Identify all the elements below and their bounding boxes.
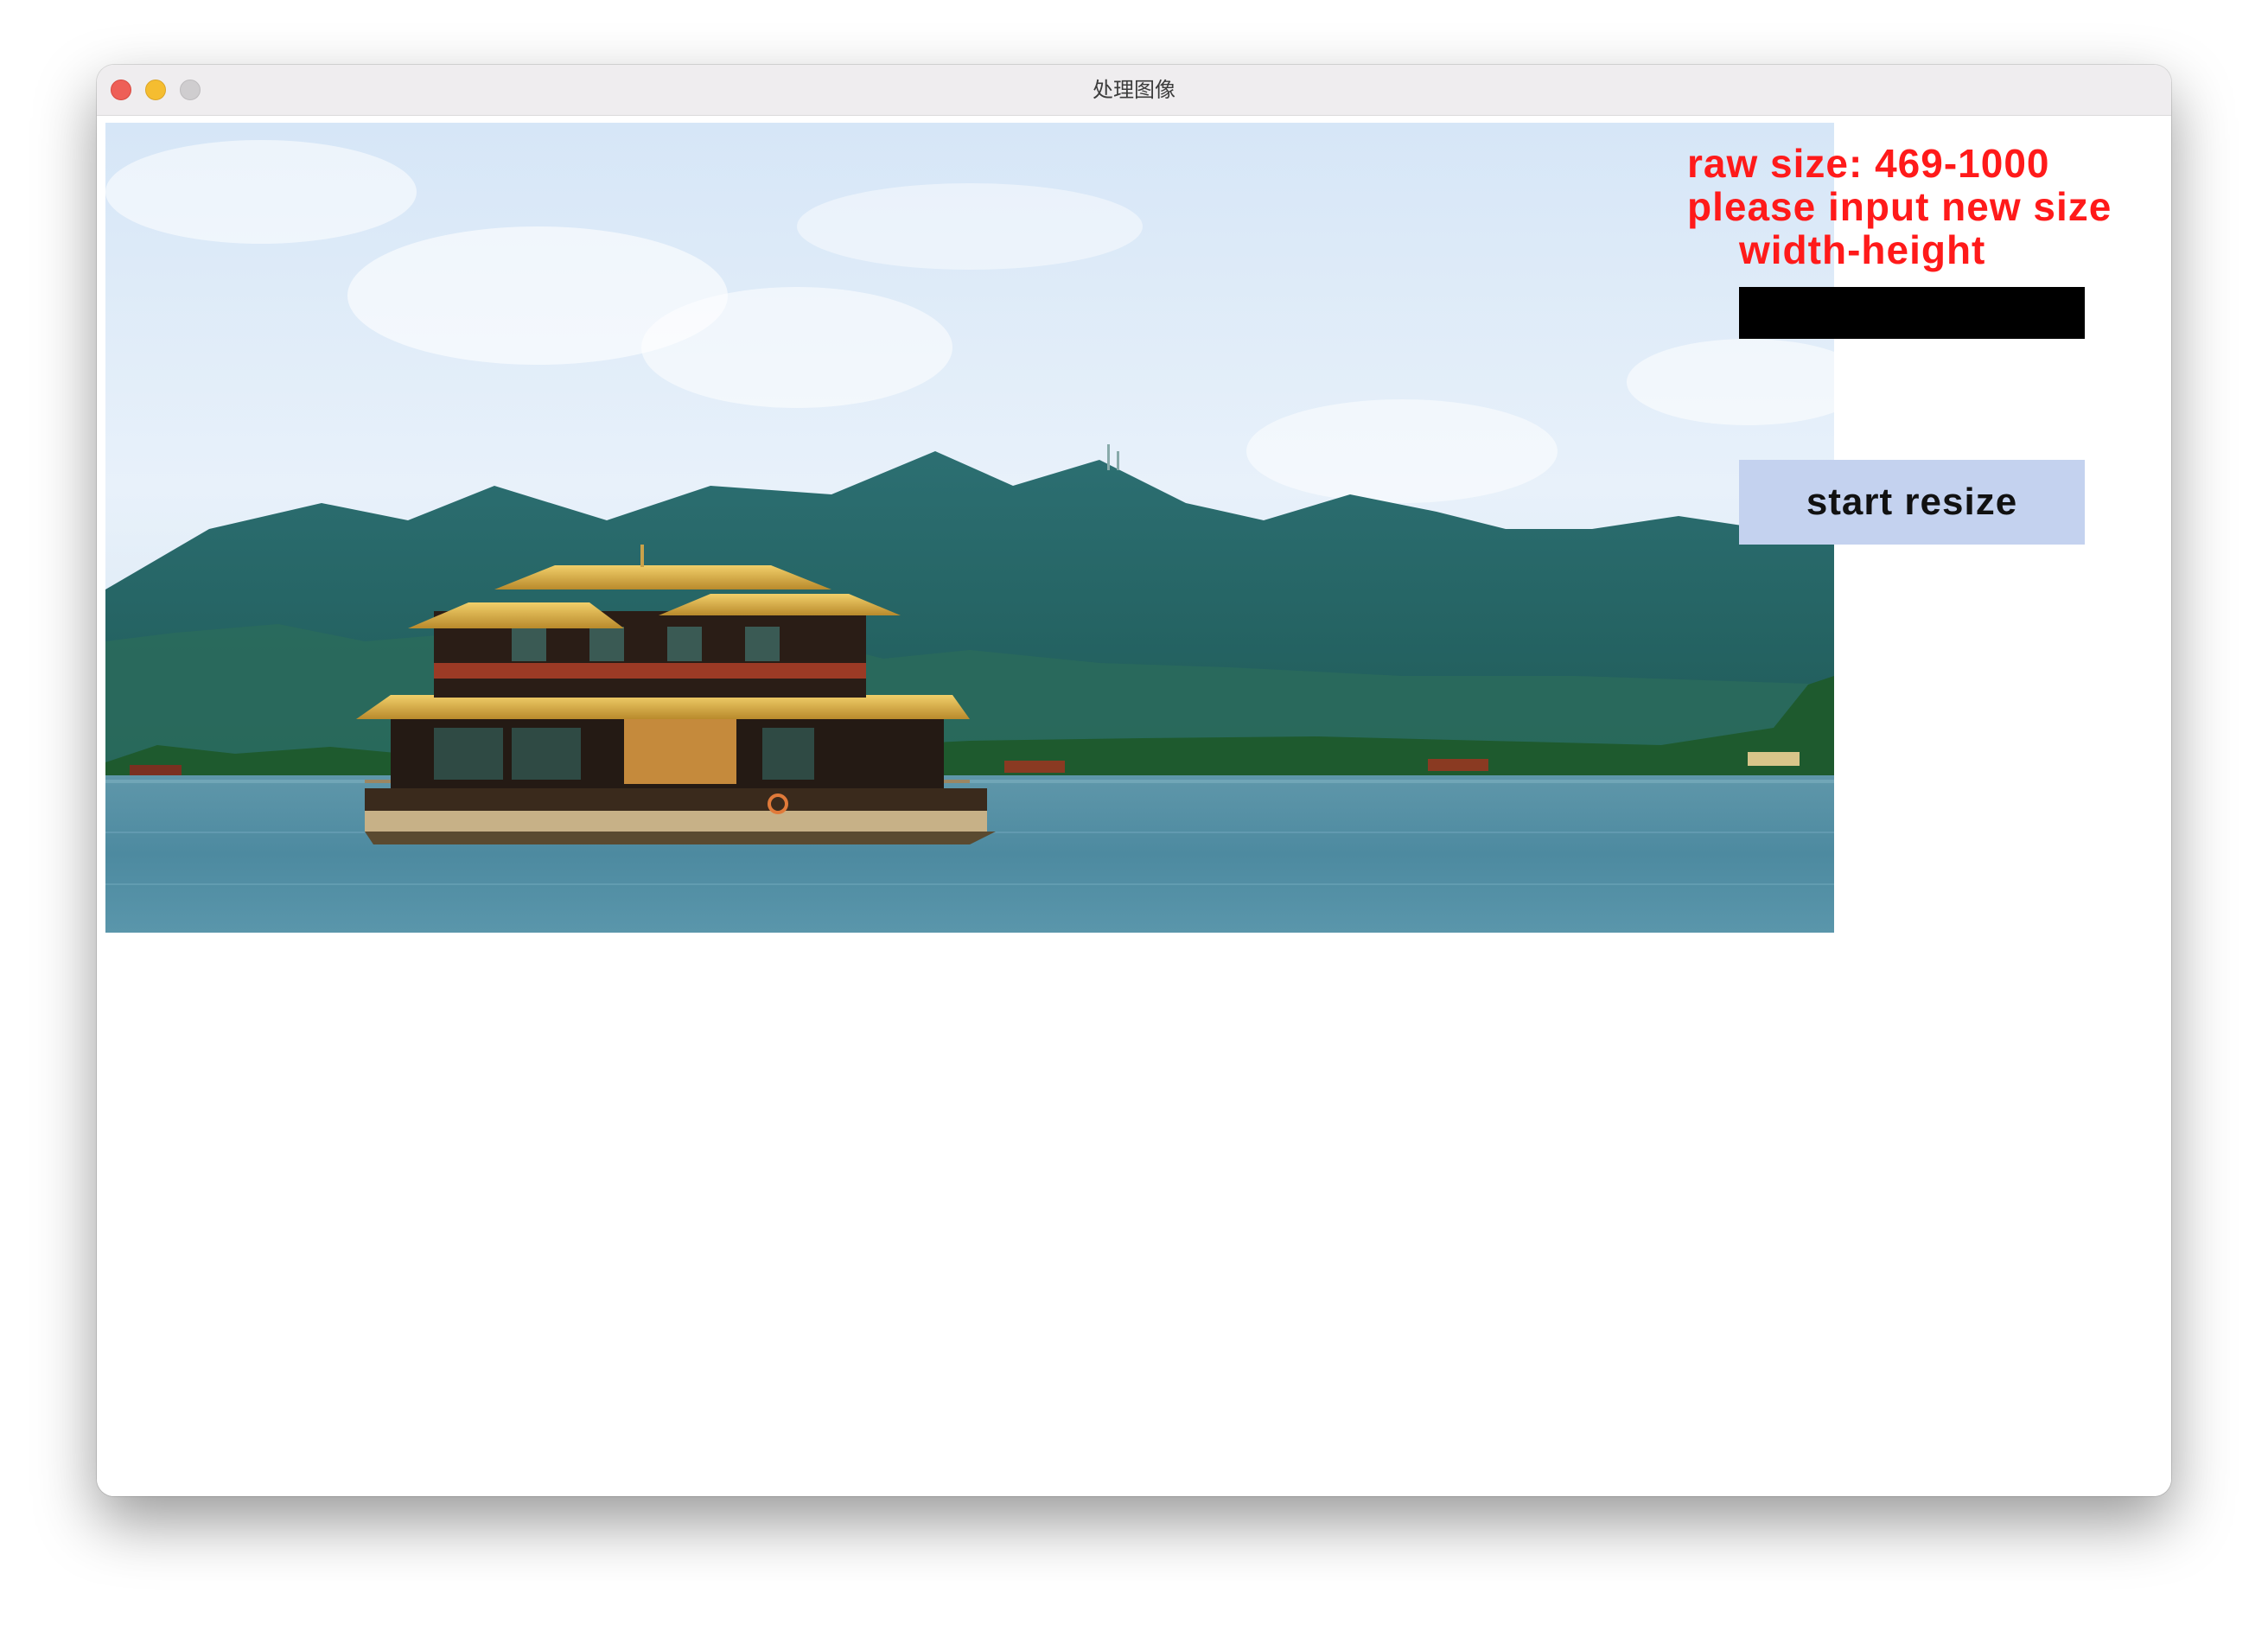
title-bar: 处理图像	[97, 65, 2171, 116]
new-size-prompt: please input new size	[1687, 184, 2112, 229]
app-window: 处理图像 raw size: 469-1000 please input new…	[97, 65, 2171, 1496]
landscape-photo	[105, 123, 1834, 933]
size-format-hint: width-height	[1739, 227, 1986, 272]
size-info-panel: raw size: 469-1000 please input new size…	[1687, 142, 2112, 271]
window-title: 处理图像	[1093, 78, 1175, 102]
content-area: raw size: 469-1000 please input new size…	[97, 116, 2171, 1496]
start-resize-button[interactable]: start resize	[1739, 460, 2085, 545]
new-size-input[interactable]	[1739, 287, 2085, 339]
raw-size-label: raw size: 469-1000	[1687, 141, 2050, 186]
